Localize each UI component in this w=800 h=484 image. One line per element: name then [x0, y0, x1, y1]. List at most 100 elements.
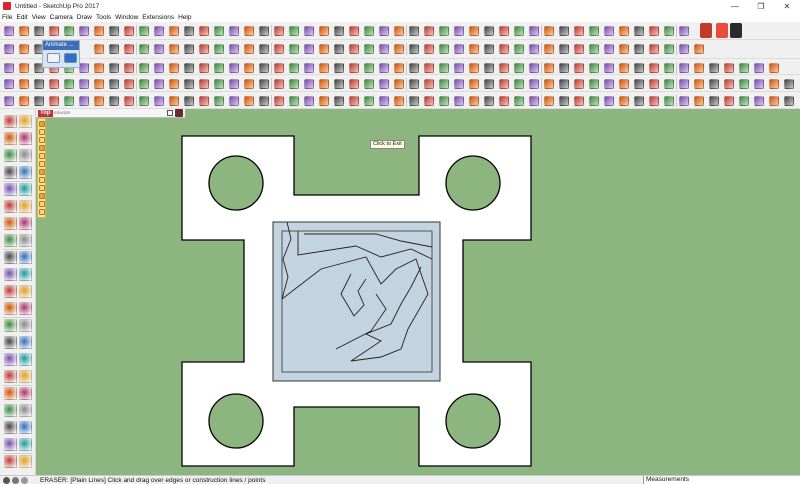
toolbar-icon[interactable]: [694, 63, 704, 73]
toolbar-icon[interactable]: [619, 44, 629, 54]
menu-draw[interactable]: Draw: [77, 14, 92, 21]
toolbar-icon[interactable]: [319, 26, 329, 36]
hole-top-left[interactable]: [208, 155, 264, 211]
toolbar-icon[interactable]: [514, 96, 524, 106]
toolbar-icon[interactable]: [334, 96, 344, 106]
toolbar-icon[interactable]: [589, 44, 599, 54]
toolbar-icon[interactable]: [394, 63, 404, 73]
toolbar-icon[interactable]: [589, 26, 599, 36]
menu-view[interactable]: View: [32, 14, 46, 21]
view-icon[interactable]: [39, 161, 45, 167]
orbit-icon[interactable]: [4, 336, 17, 349]
toolbar-icon[interactable]: [499, 63, 509, 73]
toolbar-icon[interactable]: [454, 26, 464, 36]
toolbar-icon[interactable]: [559, 79, 569, 89]
toolbar-icon[interactable]: [289, 96, 299, 106]
toolbar-icon[interactable]: [664, 79, 674, 89]
hole-bottom-right[interactable]: [445, 393, 501, 449]
toolbar-icon[interactable]: [664, 96, 674, 106]
toolbar-icon[interactable]: [649, 79, 659, 89]
pan-icon[interactable]: [19, 336, 32, 349]
toolbar-icon[interactable]: [694, 96, 704, 106]
toolbar-icon[interactable]: [484, 79, 494, 89]
settings-icon[interactable]: [730, 23, 742, 38]
toolbar-icon[interactable]: [139, 63, 149, 73]
toolbar-icon[interactable]: [454, 63, 464, 73]
toolbar-icon[interactable]: [394, 44, 404, 54]
circle-icon[interactable]: [19, 268, 32, 281]
toolbar-icon[interactable]: [709, 63, 719, 73]
menu-extensions[interactable]: Extensions: [142, 14, 174, 21]
toolbar-icon[interactable]: [379, 63, 389, 73]
toolbar-icon[interactable]: [604, 26, 614, 36]
toolbar-icon[interactable]: [169, 44, 179, 54]
toolbar-icon[interactable]: [499, 79, 509, 89]
toolbar-icon[interactable]: [64, 79, 74, 89]
toolbar-icon[interactable]: [79, 96, 89, 106]
toolbar-icon[interactable]: [304, 96, 314, 106]
toolbar-icon[interactable]: [274, 26, 284, 36]
toolbar-icon[interactable]: [349, 26, 359, 36]
toolbar-icon[interactable]: [514, 79, 524, 89]
toolbar-icon[interactable]: [259, 63, 269, 73]
toolbar-icon[interactable]: [334, 63, 344, 73]
paint-bucket-icon[interactable]: [4, 200, 17, 213]
toolbar-icon[interactable]: [409, 63, 419, 73]
toolbar-icon[interactable]: [379, 79, 389, 89]
toolbar-icon[interactable]: [724, 96, 734, 106]
select-arrow-icon[interactable]: [4, 370, 17, 383]
toolbar-icon[interactable]: [484, 96, 494, 106]
toolbar-icon[interactable]: [724, 63, 734, 73]
toolbar-icon[interactable]: [19, 44, 29, 54]
geo-location-icon[interactable]: [3, 476, 10, 484]
toolbar-icon[interactable]: [529, 63, 539, 73]
toolbar-icon[interactable]: [454, 79, 464, 89]
toolbar-icon[interactable]: [349, 79, 359, 89]
toolbar-icon[interactable]: [454, 44, 464, 54]
view-icon[interactable]: [39, 185, 45, 191]
toolbar-icon[interactable]: [199, 96, 209, 106]
toolbar-icon[interactable]: [19, 79, 29, 89]
push-pull-icon[interactable]: [19, 285, 32, 298]
toolbar-icon[interactable]: [619, 63, 629, 73]
toolbar-icon[interactable]: [244, 79, 254, 89]
toolbar-icon[interactable]: [679, 44, 689, 54]
toolbar-icon[interactable]: [409, 44, 419, 54]
toolbar-icon[interactable]: [424, 79, 434, 89]
toolbar-icon[interactable]: [184, 63, 194, 73]
toolbar-icon[interactable]: [289, 79, 299, 89]
orbit-icon[interactable]: [19, 455, 32, 468]
rotate-icon[interactable]: [4, 438, 17, 451]
toolbar-icon[interactable]: [499, 96, 509, 106]
toolbar-icon[interactable]: [574, 96, 584, 106]
toolbar-icon[interactable]: [4, 96, 14, 106]
toolbar-icon[interactable]: [499, 26, 509, 36]
toolbar-icon[interactable]: [469, 96, 479, 106]
toolbar-icon[interactable]: [514, 63, 524, 73]
toolbar-icon[interactable]: [19, 26, 29, 36]
toolbar-icon[interactable]: [529, 26, 539, 36]
toolbar-icon[interactable]: [544, 44, 554, 54]
sketchucation-icon[interactable]: [716, 23, 728, 38]
push-pull-icon[interactable]: [4, 421, 17, 434]
view-icon[interactable]: [39, 201, 45, 207]
toolbar-icon[interactable]: [274, 79, 284, 89]
toolbar-icon[interactable]: [349, 96, 359, 106]
toolbar-icon[interactable]: [139, 44, 149, 54]
toolbar-icon[interactable]: [709, 96, 719, 106]
toolbar-icon[interactable]: [19, 96, 29, 106]
toolbar-icon[interactable]: [679, 26, 689, 36]
toolbar-icon[interactable]: [364, 26, 374, 36]
toolbar-icon[interactable]: [694, 44, 704, 54]
toolbar-icon[interactable]: [364, 96, 374, 106]
toolbar-icon[interactable]: [109, 63, 119, 73]
toolbar-icon[interactable]: [94, 44, 104, 54]
toolbar-icon[interactable]: [439, 63, 449, 73]
toolbar-icon[interactable]: [619, 26, 629, 36]
toolbar-icon[interactable]: [304, 44, 314, 54]
panel-pin-icon[interactable]: [167, 110, 173, 116]
toolbar-icon[interactable]: [199, 63, 209, 73]
toolbar-icon[interactable]: [769, 96, 779, 106]
toolbar-icon[interactable]: [589, 63, 599, 73]
toolbar-icon[interactable]: [739, 63, 749, 73]
